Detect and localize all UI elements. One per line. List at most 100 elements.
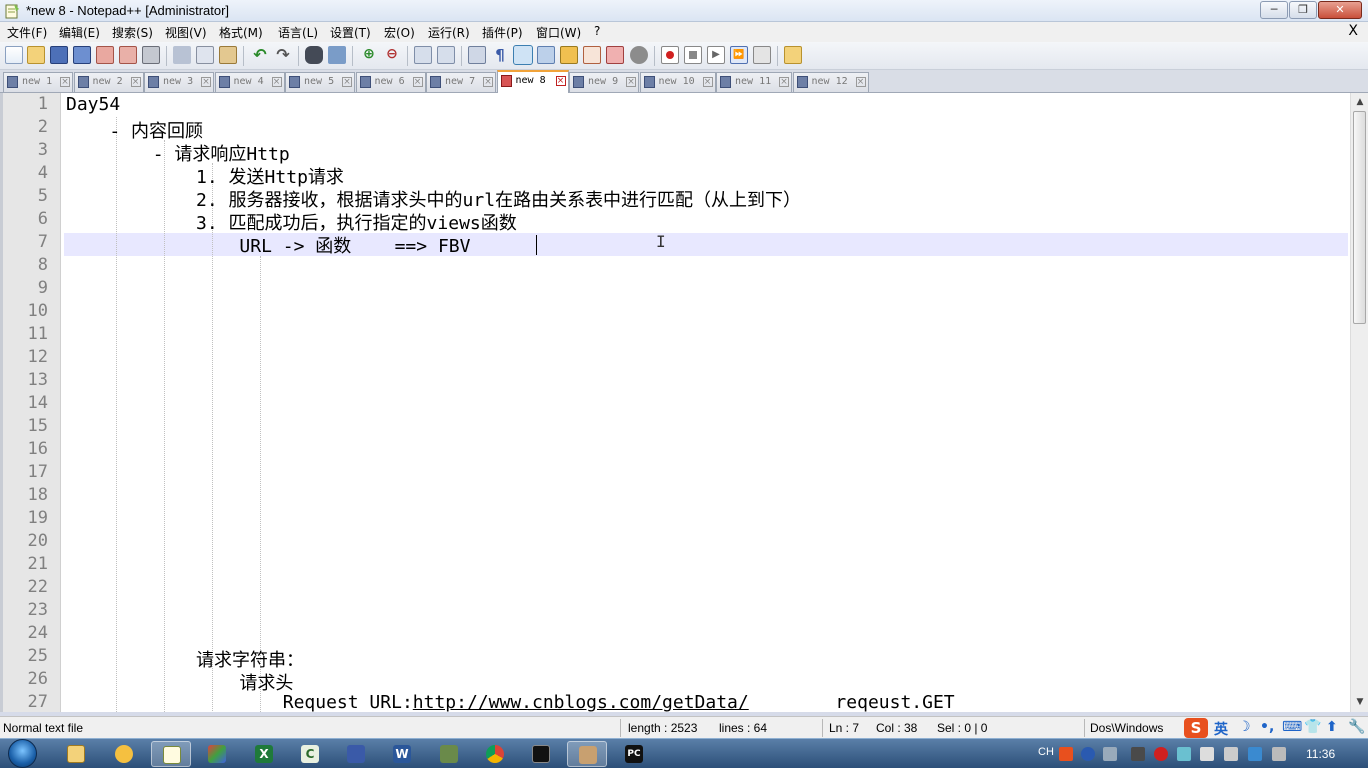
close-tab-icon[interactable]: ×: [702, 77, 713, 87]
taskbar-app-6[interactable]: C: [290, 741, 330, 767]
close-tab-icon[interactable]: ×: [130, 77, 141, 87]
close-tab-icon[interactable]: ×: [626, 77, 636, 87]
save-all-icon[interactable]: [73, 46, 91, 64]
ime-upgrade-icon[interactable]: ⬆: [1326, 719, 1338, 735]
tab-new-9[interactable]: new 9 ×: [569, 72, 639, 92]
play-macro-icon[interactable]: ▶: [707, 46, 725, 64]
tab-new-1[interactable]: new 1 ×: [3, 72, 73, 92]
show-all-chars-icon[interactable]: ¶: [491, 46, 509, 64]
tab-new-8[interactable]: new 8 ×: [496, 70, 569, 93]
minimize-button[interactable]: ─: [1260, 1, 1288, 19]
menu-file[interactable]: 文件(F): [7, 24, 47, 41]
paste-icon[interactable]: [219, 46, 237, 64]
network-tray-icon[interactable]: [1200, 747, 1214, 761]
record-macro-icon[interactable]: [661, 46, 679, 64]
close-tab-icon[interactable]: ×: [60, 77, 70, 87]
menu-search[interactable]: 搜索(S): [112, 24, 153, 41]
close-tab-icon[interactable]: ×: [342, 77, 352, 87]
close-all-icon[interactable]: [119, 46, 137, 64]
tray-icon[interactable]: [1177, 747, 1191, 761]
taskbar-notepadpp[interactable]: [151, 741, 191, 767]
taskbar-word[interactable]: W: [382, 741, 422, 767]
tab-new-11[interactable]: new 11 ×: [716, 72, 792, 92]
menu-language[interactable]: 语言(L): [278, 24, 318, 41]
run-macro-multiple-icon[interactable]: ⏩: [730, 46, 748, 64]
close-window-button[interactable]: ✕: [1318, 1, 1362, 19]
volume-icon[interactable]: [1272, 747, 1286, 761]
taskbar-app-7[interactable]: [336, 741, 376, 767]
record-tray-icon[interactable]: [1154, 747, 1168, 761]
ime-language-toggle[interactable]: 英: [1214, 719, 1228, 739]
find-icon[interactable]: [305, 46, 323, 64]
taskbar-app-4[interactable]: [197, 741, 237, 767]
close-document-button[interactable]: X: [1348, 23, 1358, 39]
close-tab-icon[interactable]: ×: [855, 77, 866, 87]
menu-view[interactable]: 视图(V): [165, 24, 207, 41]
ime-fullwidth-icon[interactable]: ☽: [1238, 719, 1251, 735]
cut-icon[interactable]: [173, 46, 191, 64]
print-icon[interactable]: [142, 46, 160, 64]
scroll-down-icon[interactable]: ▼: [1354, 697, 1366, 709]
tab-new-10[interactable]: new 10 ×: [639, 72, 716, 92]
ime-punctuation-icon[interactable]: •,: [1260, 719, 1274, 735]
menu-settings[interactable]: 设置(T): [330, 24, 371, 41]
sync-vertical-icon[interactable]: [414, 46, 432, 64]
tab-new-3[interactable]: new 3 ×: [144, 72, 214, 92]
url-link[interactable]: http://www.cnblogs.com/getData/: [413, 692, 749, 712]
close-file-icon[interactable]: [96, 46, 114, 64]
ime-keyboard-icon[interactable]: ⌨: [1282, 719, 1302, 735]
tab-new-2[interactable]: new 2 ×: [73, 72, 144, 92]
taskbar-clock[interactable]: 11:36: [1306, 747, 1335, 761]
tray-icon[interactable]: [1224, 747, 1238, 761]
word-wrap-icon[interactable]: [468, 46, 486, 64]
folder-workspace-icon[interactable]: [606, 46, 624, 64]
taskbar-app-12[interactable]: [567, 741, 607, 767]
taskbar-pycharm[interactable]: PC: [614, 741, 654, 767]
taskbar-app-2[interactable]: [104, 741, 144, 767]
open-folder-icon[interactable]: [784, 46, 802, 64]
taskbar-cmd[interactable]: [521, 741, 561, 767]
zoom-out-icon[interactable]: ⊖: [383, 46, 401, 64]
taskbar-chrome[interactable]: [475, 741, 515, 767]
taskbar-explorer[interactable]: [56, 741, 96, 767]
editor-pane[interactable]: 1 2 3 4 5 6 7 8 9 10 11 12 13 14 15 16 17 18 19 20 21 22 23 24 2…: [0, 93, 1368, 712]
code-area[interactable]: I Day54 - 内容回顾 - 请求响应Http 1. 发送Http请求 2.…: [64, 93, 1348, 712]
indent-guide-icon[interactable]: [513, 45, 533, 65]
stop-macro-icon[interactable]: [684, 46, 702, 64]
scrollbar-thumb[interactable]: [1353, 111, 1366, 324]
close-tab-icon[interactable]: ×: [201, 77, 211, 87]
scroll-up-icon[interactable]: ▲: [1354, 97, 1366, 109]
sogou-tray-icon[interactable]: [1059, 747, 1073, 761]
close-tab-icon[interactable]: ×: [483, 77, 493, 87]
tab-new-5[interactable]: new 5 ×: [285, 72, 355, 92]
save-macro-icon[interactable]: [753, 46, 771, 64]
menu-macro[interactable]: 宏(O): [384, 24, 415, 41]
close-tab-icon[interactable]: ×: [779, 77, 789, 87]
monitoring-icon[interactable]: [630, 46, 648, 64]
sogou-ime-icon[interactable]: S: [1184, 718, 1208, 738]
new-file-icon[interactable]: [5, 46, 23, 64]
function-list-icon[interactable]: [583, 46, 601, 64]
menu-window[interactable]: 窗口(W): [536, 24, 581, 41]
replace-icon[interactable]: [328, 46, 346, 64]
tray-icon[interactable]: [1131, 747, 1145, 761]
help-tray-icon[interactable]: [1081, 747, 1095, 761]
doc-map-icon[interactable]: [560, 46, 578, 64]
close-tab-icon[interactable]: ×: [271, 77, 282, 87]
start-button[interactable]: [2, 739, 44, 768]
menu-run[interactable]: 运行(R): [428, 24, 470, 41]
redo-icon[interactable]: ↷: [274, 46, 292, 64]
ime-skin-icon[interactable]: 👕: [1304, 719, 1321, 735]
zoom-in-icon[interactable]: ⊕: [360, 46, 378, 64]
tab-new-6[interactable]: new 6 ×: [355, 72, 426, 92]
ime-settings-icon[interactable]: 🔧: [1348, 719, 1365, 735]
copy-icon[interactable]: [196, 46, 214, 64]
undo-icon[interactable]: ↶: [251, 46, 269, 64]
menu-help[interactable]: ?: [594, 24, 600, 38]
menu-format[interactable]: 格式(M): [219, 24, 263, 41]
menu-edit[interactable]: 编辑(E): [59, 24, 100, 41]
save-icon[interactable]: [50, 46, 68, 64]
open-file-icon[interactable]: [27, 46, 45, 64]
maximize-button[interactable]: ❐: [1289, 1, 1317, 19]
vertical-scrollbar[interactable]: ▲ ▼: [1350, 93, 1368, 712]
